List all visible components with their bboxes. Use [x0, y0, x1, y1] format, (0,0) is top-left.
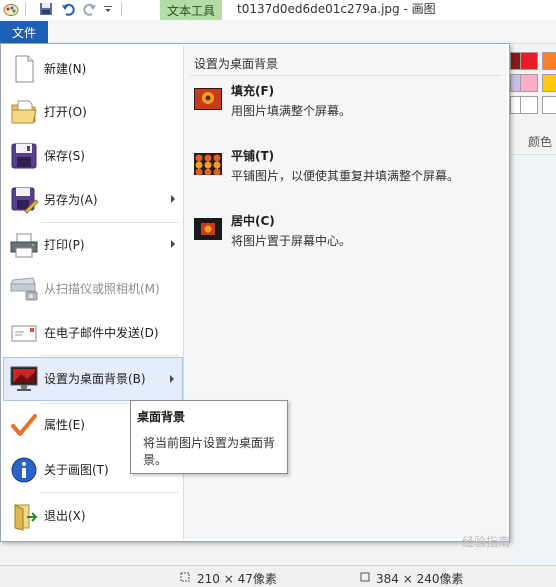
- menu-item-label: 设置为桌面背景(B): [44, 372, 146, 386]
- menu-item-label: 打开(O): [44, 105, 87, 119]
- toolbar-divider: [120, 1, 122, 17]
- option-center[interactable]: 居中(C) 将图片置于屏幕中心。: [192, 212, 492, 256]
- menu-item-save[interactable]: 保存(S): [3, 136, 183, 176]
- color-swatch[interactable]: [542, 74, 556, 92]
- fill-thumbnail-icon: [194, 88, 222, 110]
- menu-item-label: 另存为(A): [44, 193, 98, 207]
- submenu-title: 设置为桌面背景: [194, 57, 279, 71]
- menu-item-set-as-desktop-background[interactable]: 设置为桌面背景(B): [3, 357, 183, 401]
- ribbon-tab-strip: [48, 21, 556, 44]
- desktop-background-icon: [9, 364, 39, 394]
- option-description: 将图片置于屏幕中心。: [231, 234, 352, 248]
- option-description: 平铺图片，以便使其重复并填满整个屏幕。: [231, 169, 460, 183]
- menu-item-label: 在电子邮件中发送(D): [44, 326, 159, 340]
- selection-size-icon: [180, 571, 190, 582]
- status-bar: 210 × 47像素 384 × 240像素: [0, 565, 556, 587]
- image-size-icon: [360, 571, 370, 582]
- email-icon: [9, 318, 39, 348]
- color-swatch[interactable]: [542, 96, 556, 114]
- menu-item-from-scanner-or-camera: 从扫描仪或照相机(M): [3, 269, 183, 309]
- quick-save-icon[interactable]: [38, 1, 54, 17]
- toolbar-divider: [24, 1, 26, 17]
- menu-separator: [41, 492, 179, 493]
- selection-size: 210 × 47像素: [197, 572, 277, 586]
- tooltip-body: 将当前图片设置为桌面背景。: [143, 436, 276, 467]
- save-disk-icon: [9, 141, 39, 171]
- option-tile[interactable]: 平铺(T) 平铺图片，以便使其重复并填满整个屏幕。: [192, 147, 492, 191]
- submenu-arrow-icon: [170, 375, 174, 383]
- menu-item-label: 关于画图(T): [44, 463, 109, 477]
- option-title: 填充(F): [231, 84, 275, 98]
- color-palette: [510, 52, 556, 118]
- color-swatch[interactable]: [520, 96, 538, 114]
- desktop-background-tooltip: 桌面背景 将当前图片设置为桌面背景。: [130, 400, 288, 474]
- color-swatch[interactable]: [520, 74, 538, 92]
- exit-icon: [9, 501, 39, 531]
- colors-group-label: 颜色: [528, 135, 553, 149]
- new-file-icon: [9, 54, 39, 84]
- menu-item-open[interactable]: 打开(O): [3, 92, 183, 132]
- canvas-area[interactable]: [510, 155, 556, 565]
- paint-app-icon[interactable]: [2, 1, 20, 17]
- submenu-title-divider: [190, 75, 501, 76]
- menu-item-label: 从扫描仪或照相机(M): [44, 282, 160, 296]
- option-fill[interactable]: 填充(F) 用图片填满整个屏幕。: [192, 82, 492, 126]
- watermark-text: 经验指南: [462, 535, 511, 549]
- undo-icon[interactable]: [60, 1, 76, 17]
- window-title: t0137d0ed6de01c279a.jpg - 画图: [237, 2, 436, 16]
- menu-item-send-in-email[interactable]: 在电子邮件中发送(D): [3, 313, 183, 353]
- menu-item-new[interactable]: 新建(N): [3, 49, 183, 89]
- text-tools-contextual-tab[interactable]: 文本工具: [160, 0, 222, 20]
- submenu-arrow-icon: [171, 240, 175, 248]
- scanner-camera-icon: [9, 274, 39, 304]
- menu-item-label: 属性(E): [44, 418, 85, 432]
- info-icon: [9, 455, 39, 485]
- color-swatch[interactable]: [542, 52, 556, 70]
- checkmark-icon: [9, 410, 39, 440]
- menu-item-label: 新建(N): [44, 62, 87, 76]
- menu-separator: [41, 355, 179, 356]
- title-bar: 文本工具 t0137d0ed6de01c279a.jpg - 画图: [0, 0, 556, 20]
- center-thumbnail-icon: [194, 218, 222, 240]
- menu-item-print[interactable]: 打印(P): [3, 225, 183, 265]
- menu-item-label: 保存(S): [44, 149, 85, 163]
- menu-item-exit[interactable]: 退出(X): [3, 496, 183, 536]
- redo-icon[interactable]: [82, 1, 98, 17]
- file-tab[interactable]: 文件: [0, 21, 48, 43]
- customize-toolbar-dropdown-icon[interactable]: [102, 1, 114, 17]
- open-folder-icon: [9, 97, 39, 127]
- tile-thumbnail-icon: [194, 153, 222, 176]
- color-swatch[interactable]: [520, 52, 538, 70]
- menu-item-label: 退出(X): [44, 509, 86, 523]
- tooltip-title: 桌面背景: [137, 410, 186, 424]
- menu-separator: [41, 222, 179, 223]
- option-description: 用图片填满整个屏幕。: [231, 104, 352, 118]
- menu-item-save-as[interactable]: 另存为(A): [3, 180, 183, 220]
- submenu-arrow-icon: [171, 195, 175, 203]
- option-title: 平铺(T): [231, 149, 275, 163]
- menu-item-label: 打印(P): [44, 238, 85, 252]
- printer-icon: [9, 230, 39, 260]
- image-size: 384 × 240像素: [376, 572, 464, 586]
- option-title: 居中(C): [231, 214, 275, 228]
- save-as-icon: [9, 185, 39, 215]
